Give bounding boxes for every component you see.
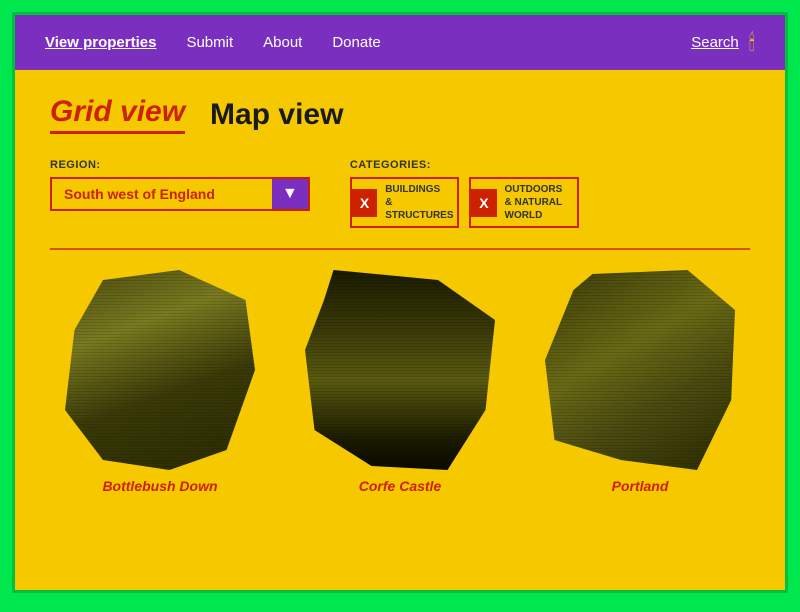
tab-map-view[interactable]: Map view bbox=[210, 98, 343, 132]
divider bbox=[50, 248, 750, 250]
card-2: Portland bbox=[530, 270, 750, 494]
nav-links: View properties Submit About Donate bbox=[45, 34, 691, 51]
category-tag-outdoors: X OUTDOORS & NATURAL WORLD bbox=[469, 177, 578, 228]
card-title-2: Portland bbox=[612, 478, 669, 494]
category-tag-buildings: X BUILDINGS & STRUCTURES bbox=[350, 177, 459, 228]
filters-row: REGION: South west of England ▼ CATEGORI… bbox=[50, 159, 750, 228]
card-title-0: Bottlebush Down bbox=[102, 478, 217, 494]
region-select[interactable]: South west of England ▼ bbox=[50, 177, 310, 211]
chevron-down-icon: ▼ bbox=[272, 179, 308, 209]
region-filter: REGION: South west of England ▼ bbox=[50, 159, 310, 211]
categories-row: X BUILDINGS & STRUCTURES X OUTDOORS & NA… bbox=[350, 177, 579, 228]
categories-label: CATEGORIES: bbox=[350, 159, 579, 171]
card-image-1[interactable] bbox=[305, 270, 495, 470]
card-0: Bottlebush Down bbox=[50, 270, 270, 494]
nav-about[interactable]: About bbox=[263, 34, 302, 51]
candle-icon: 🕯 bbox=[749, 30, 755, 56]
tab-grid-view[interactable]: Grid view bbox=[50, 95, 185, 134]
nav-submit[interactable]: Submit bbox=[186, 34, 233, 51]
remove-buildings-button[interactable]: X bbox=[352, 189, 377, 217]
navbar: View properties Submit About Donate Sear… bbox=[15, 15, 785, 70]
cards-row: Bottlebush Down Corfe Castle Portland bbox=[50, 270, 750, 494]
card-image-2[interactable] bbox=[545, 270, 735, 470]
region-label: REGION: bbox=[50, 159, 310, 171]
nav-right: Search 🕯 bbox=[691, 30, 755, 56]
search-link[interactable]: Search bbox=[691, 34, 739, 51]
categories-filter: CATEGORIES: X BUILDINGS & STRUCTURES X O… bbox=[350, 159, 579, 228]
region-value: South west of England bbox=[52, 180, 272, 208]
nav-donate[interactable]: Donate bbox=[332, 34, 380, 51]
card-image-0[interactable] bbox=[65, 270, 255, 470]
card-1: Corfe Castle bbox=[290, 270, 510, 494]
remove-outdoors-button[interactable]: X bbox=[471, 189, 496, 217]
card-title-1: Corfe Castle bbox=[359, 478, 441, 494]
outer-frame: View properties Submit About Donate Sear… bbox=[12, 12, 788, 593]
main-content: Grid view Map view REGION: South west of… bbox=[15, 70, 785, 590]
category-outdoors-label: OUTDOORS & NATURAL WORLD bbox=[497, 179, 577, 226]
category-buildings-label: BUILDINGS & STRUCTURES bbox=[377, 179, 457, 226]
nav-view-properties[interactable]: View properties bbox=[45, 34, 156, 51]
view-tabs: Grid view Map view bbox=[50, 95, 750, 134]
